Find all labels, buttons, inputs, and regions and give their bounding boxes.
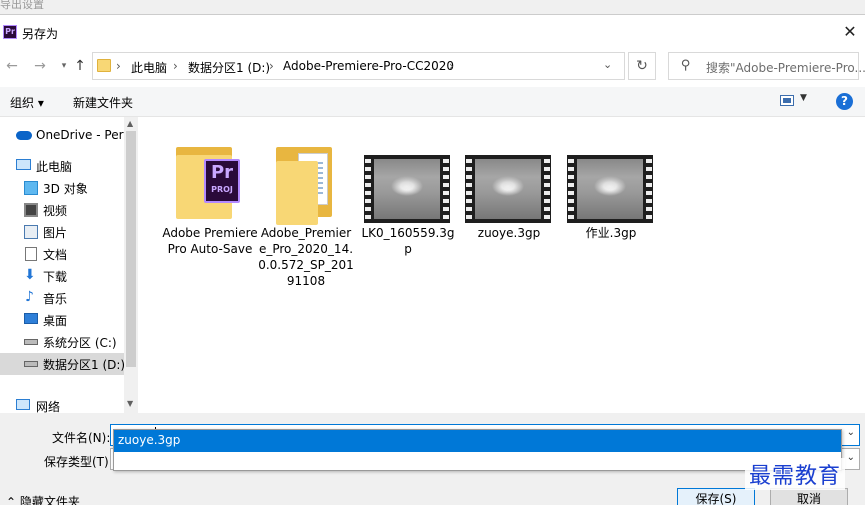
nav-item-drive-d[interactable]: 数据分区1 (D:): [0, 353, 124, 375]
watermark-logo: 最需教育: [745, 458, 846, 490]
nav-item-music[interactable]: ♪ 音乐: [0, 287, 124, 309]
breadcrumb-premiere-folder[interactable]: Adobe-Premiere-Pro-CC2020: [283, 59, 454, 73]
nav-pane-scrollbar[interactable]: ▲ ▼: [124, 117, 138, 413]
nav-item-3d-objects[interactable]: 3D 对象: [0, 177, 124, 199]
hide-folders-toggle[interactable]: ⌃ 隐藏文件夹: [6, 493, 80, 505]
nav-item-label: 系统分区 (C:): [43, 336, 117, 350]
back-arrow-icon[interactable]: ←: [3, 57, 21, 75]
view-options-chevron-icon[interactable]: ▼: [800, 93, 807, 103]
nav-item-onedrive[interactable]: OneDrive - Personal: [0, 125, 124, 147]
nav-item-label: 图片: [43, 226, 68, 240]
file-name: Adobe_Premiere_Pro_2020_14.0.0.572_SP_20…: [258, 226, 354, 288]
filename-label: 文件名(N):: [52, 431, 111, 445]
download-icon: ⬇: [24, 267, 36, 283]
chevron-down-icon[interactable]: ⌄: [847, 427, 855, 438]
address-row: ← → ▾ ↑ › 此电脑 › 数据分区1 (D:) › Adobe-Premi…: [0, 49, 865, 83]
view-options-icon[interactable]: [780, 95, 794, 106]
breadcrumb-separator: ›: [173, 59, 178, 73]
nav-item-documents[interactable]: 文档: [0, 243, 124, 265]
cancel-button[interactable]: 取消: [770, 488, 848, 505]
hide-folders-label: 隐藏文件夹: [19, 495, 80, 505]
nav-item-label: 下载: [43, 270, 68, 284]
nav-item-label: 网络: [36, 400, 61, 413]
up-arrow-icon[interactable]: ↑: [71, 57, 89, 75]
nav-item-label: OneDrive - Personal: [36, 128, 124, 142]
navigation-pane: OneDrive - Personal 此电脑 3D 对象 视频 图片 文档 ⬇…: [0, 117, 138, 413]
file-list: Pr PROJ Adobe Premiere Pro Auto-Save Ado…: [142, 117, 865, 413]
file-name: zuoye.3gp: [477, 226, 541, 240]
nav-item-label: 文档: [43, 248, 68, 262]
nav-item-pictures[interactable]: 图片: [0, 221, 124, 243]
save-as-dialog: Pr 另存为 ✕ ← → ▾ ↑ › 此电脑 › 数据分区1 (D:) › Ad…: [0, 14, 865, 505]
video-folder-icon: [24, 203, 38, 217]
nav-item-videos[interactable]: 视频: [0, 199, 124, 221]
breadcrumb-separator: ›: [449, 59, 454, 73]
nav-item-desktop[interactable]: 桌面: [0, 309, 124, 331]
filetype-label: 保存类型(T):: [44, 455, 113, 469]
nav-item-this-pc[interactable]: 此电脑: [0, 155, 124, 177]
autocomplete-dropdown: zuoye.3gp: [113, 429, 842, 471]
folder-icon: [97, 59, 111, 72]
computer-icon: [16, 159, 31, 170]
search-icon: ⚲: [681, 58, 691, 73]
nav-item-label: 音乐: [43, 292, 68, 306]
new-folder-button[interactable]: 新建文件夹: [73, 94, 133, 111]
nav-item-network[interactable]: 网络: [0, 395, 124, 413]
breadcrumb-drive-d[interactable]: 数据分区1 (D:): [188, 59, 270, 76]
nav-item-drive-c[interactable]: 系统分区 (C:): [0, 331, 124, 353]
file-name: LK0_160559.3gp: [361, 226, 455, 256]
3d-objects-icon: [24, 181, 38, 195]
nav-item-label: 此电脑: [36, 160, 73, 174]
drive-icon: [24, 361, 38, 367]
scroll-up-icon[interactable]: ▲: [127, 119, 133, 128]
video-thumbnail-icon: [567, 155, 653, 223]
forward-arrow-icon[interactable]: →: [31, 57, 49, 75]
breadcrumb-this-pc[interactable]: 此电脑: [131, 59, 167, 76]
nav-item-label: 桌面: [43, 314, 68, 328]
premiere-project-icon: Pr PROJ: [204, 159, 240, 203]
drive-icon: [24, 339, 38, 345]
organize-menu-button[interactable]: 组织 ▾: [10, 94, 44, 111]
chevron-down-icon[interactable]: ⌄: [603, 58, 612, 71]
chevron-up-icon: ⌃: [6, 495, 17, 505]
desktop-icon: [24, 313, 38, 324]
refresh-button[interactable]: ↻: [628, 52, 656, 80]
nav-item-label: 视频: [43, 204, 68, 218]
network-icon: [16, 399, 30, 410]
pictures-folder-icon: [24, 225, 38, 239]
music-icon: ♪: [25, 289, 34, 305]
scrollbar-thumb[interactable]: [126, 131, 136, 367]
search-placeholder: 搜索"Adobe-Premiere-Pro...: [706, 61, 865, 75]
dialog-titlebar: Pr 另存为 ✕: [0, 15, 865, 49]
autocomplete-suggestion[interactable]: zuoye.3gp: [114, 430, 841, 452]
nav-item-label: 3D 对象: [43, 182, 88, 196]
background-window-title: 导出设置: [0, 0, 865, 14]
breadcrumb-separator: ›: [116, 59, 121, 73]
save-button[interactable]: 保存(S): [677, 488, 755, 505]
documents-folder-icon: [25, 247, 37, 261]
premiere-app-icon: Pr: [3, 25, 17, 39]
nav-item-label: 数据分区1 (D:): [43, 358, 124, 372]
search-input[interactable]: ⚲ 搜索"Adobe-Premiere-Pro...: [668, 52, 865, 80]
close-button[interactable]: ✕: [838, 20, 862, 44]
scroll-down-icon[interactable]: ▼: [127, 399, 133, 408]
dialog-title: 另存为: [22, 27, 59, 41]
chevron-down-icon[interactable]: ⌄: [847, 452, 855, 463]
help-icon[interactable]: ?: [836, 93, 853, 110]
nav-item-downloads[interactable]: ⬇ 下载: [0, 265, 124, 287]
file-name: Adobe Premiere Pro Auto-Save: [162, 226, 258, 256]
file-name: 作业.3gp: [585, 226, 637, 240]
refresh-icon: ↻: [636, 58, 648, 74]
breadcrumb-separator: ›: [269, 59, 274, 73]
address-bar[interactable]: › 此电脑 › 数据分区1 (D:) › Adobe-Premiere-Pro-…: [92, 52, 625, 80]
close-icon: ✕: [843, 22, 857, 41]
onedrive-icon: [16, 131, 32, 140]
video-thumbnail-icon: [465, 155, 551, 223]
video-thumbnail-icon: [364, 155, 450, 223]
command-toolbar: 组织 ▾ 新建文件夹 ▼ ?: [0, 87, 865, 117]
